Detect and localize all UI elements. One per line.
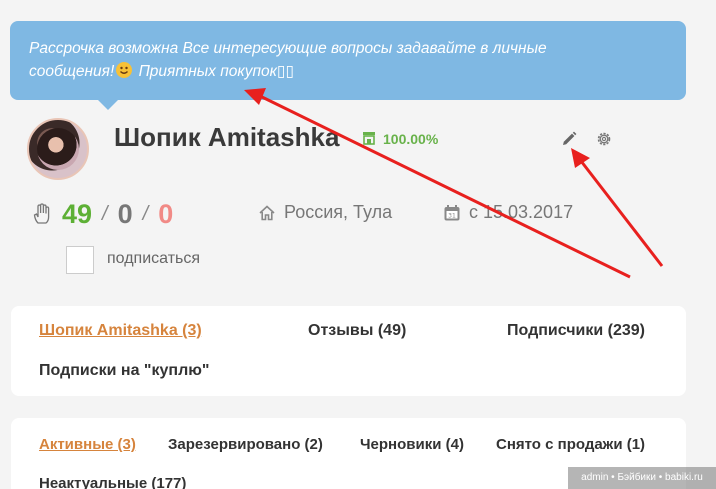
neutral-count[interactable]: 0	[118, 199, 133, 230]
pencil-edit-icon[interactable]	[560, 130, 578, 148]
banner-text-line1: Рассрочка возможна Все интересующие вопр…	[29, 40, 547, 57]
annotation-arrow-to-banner	[244, 88, 631, 279]
tab-shop[interactable]: Шопик Amitashka (3)	[39, 322, 202, 340]
calendar-icon: 31	[444, 204, 460, 220]
hand-icon	[33, 203, 50, 224]
subscribe-label[interactable]: подписаться	[107, 250, 200, 268]
svg-text:31: 31	[448, 212, 456, 219]
subscribe-checkbox[interactable]	[66, 246, 94, 274]
feedback-stats: 49 / 0 / 0	[32, 196, 173, 232]
tab-reviews[interactable]: Отзывы (49)	[308, 322, 406, 340]
negative-count[interactable]: 0	[158, 199, 173, 230]
store-icon	[363, 132, 375, 145]
location-text: Россия, Тула	[284, 202, 393, 222]
gear-icon[interactable]	[595, 130, 613, 148]
stat-separator: /	[102, 202, 108, 225]
member-since: 31 с 15.03.2017	[443, 202, 573, 223]
banner-text-part: Приятных покупок	[134, 63, 277, 80]
profile-tabs-card: Шопик Amitashka (3) Отзывы (49) Подписчи…	[11, 306, 686, 396]
tab-subscribers[interactable]: Подписчики (239)	[507, 322, 645, 340]
tab-reserved[interactable]: Зарезервировано (2)	[168, 436, 323, 453]
stat-separator: /	[142, 202, 149, 225]
shop-title: Шопик Amitashka	[114, 122, 340, 152]
member-since-text: с 15.03.2017	[469, 202, 574, 222]
annotation-arrow-to-edit	[571, 148, 664, 267]
banner-text-line2: сообщения! Приятных покупок▯▯	[29, 60, 666, 83]
tab-removed[interactable]: Снято с продажи (1)	[496, 436, 645, 453]
home-icon	[259, 204, 275, 220]
tab-drafts[interactable]: Черновики (4)	[360, 436, 464, 453]
shop-rating: 100.00%	[383, 131, 439, 147]
banner-missing-glyphs: ▯▯	[276, 63, 294, 80]
tab-buy-subscriptions[interactable]: Подписки на "куплю"	[39, 362, 209, 380]
smile-emoji-icon	[116, 62, 133, 78]
shop-announcement-banner: Рассрочка возможна Все интересующие вопр…	[10, 21, 686, 110]
location: Россия, Тула	[258, 202, 392, 223]
shop-avatar[interactable]	[27, 118, 89, 180]
avatar-photo	[37, 128, 79, 170]
tab-irrelevant[interactable]: Неактуальные (177)	[39, 475, 186, 489]
tab-active[interactable]: Активные (3)	[39, 436, 136, 453]
positive-count[interactable]: 49	[62, 199, 92, 230]
watermark: admin • Бэйбики • babiki.ru	[568, 467, 716, 489]
banner-text-part: сообщения!	[29, 63, 115, 80]
